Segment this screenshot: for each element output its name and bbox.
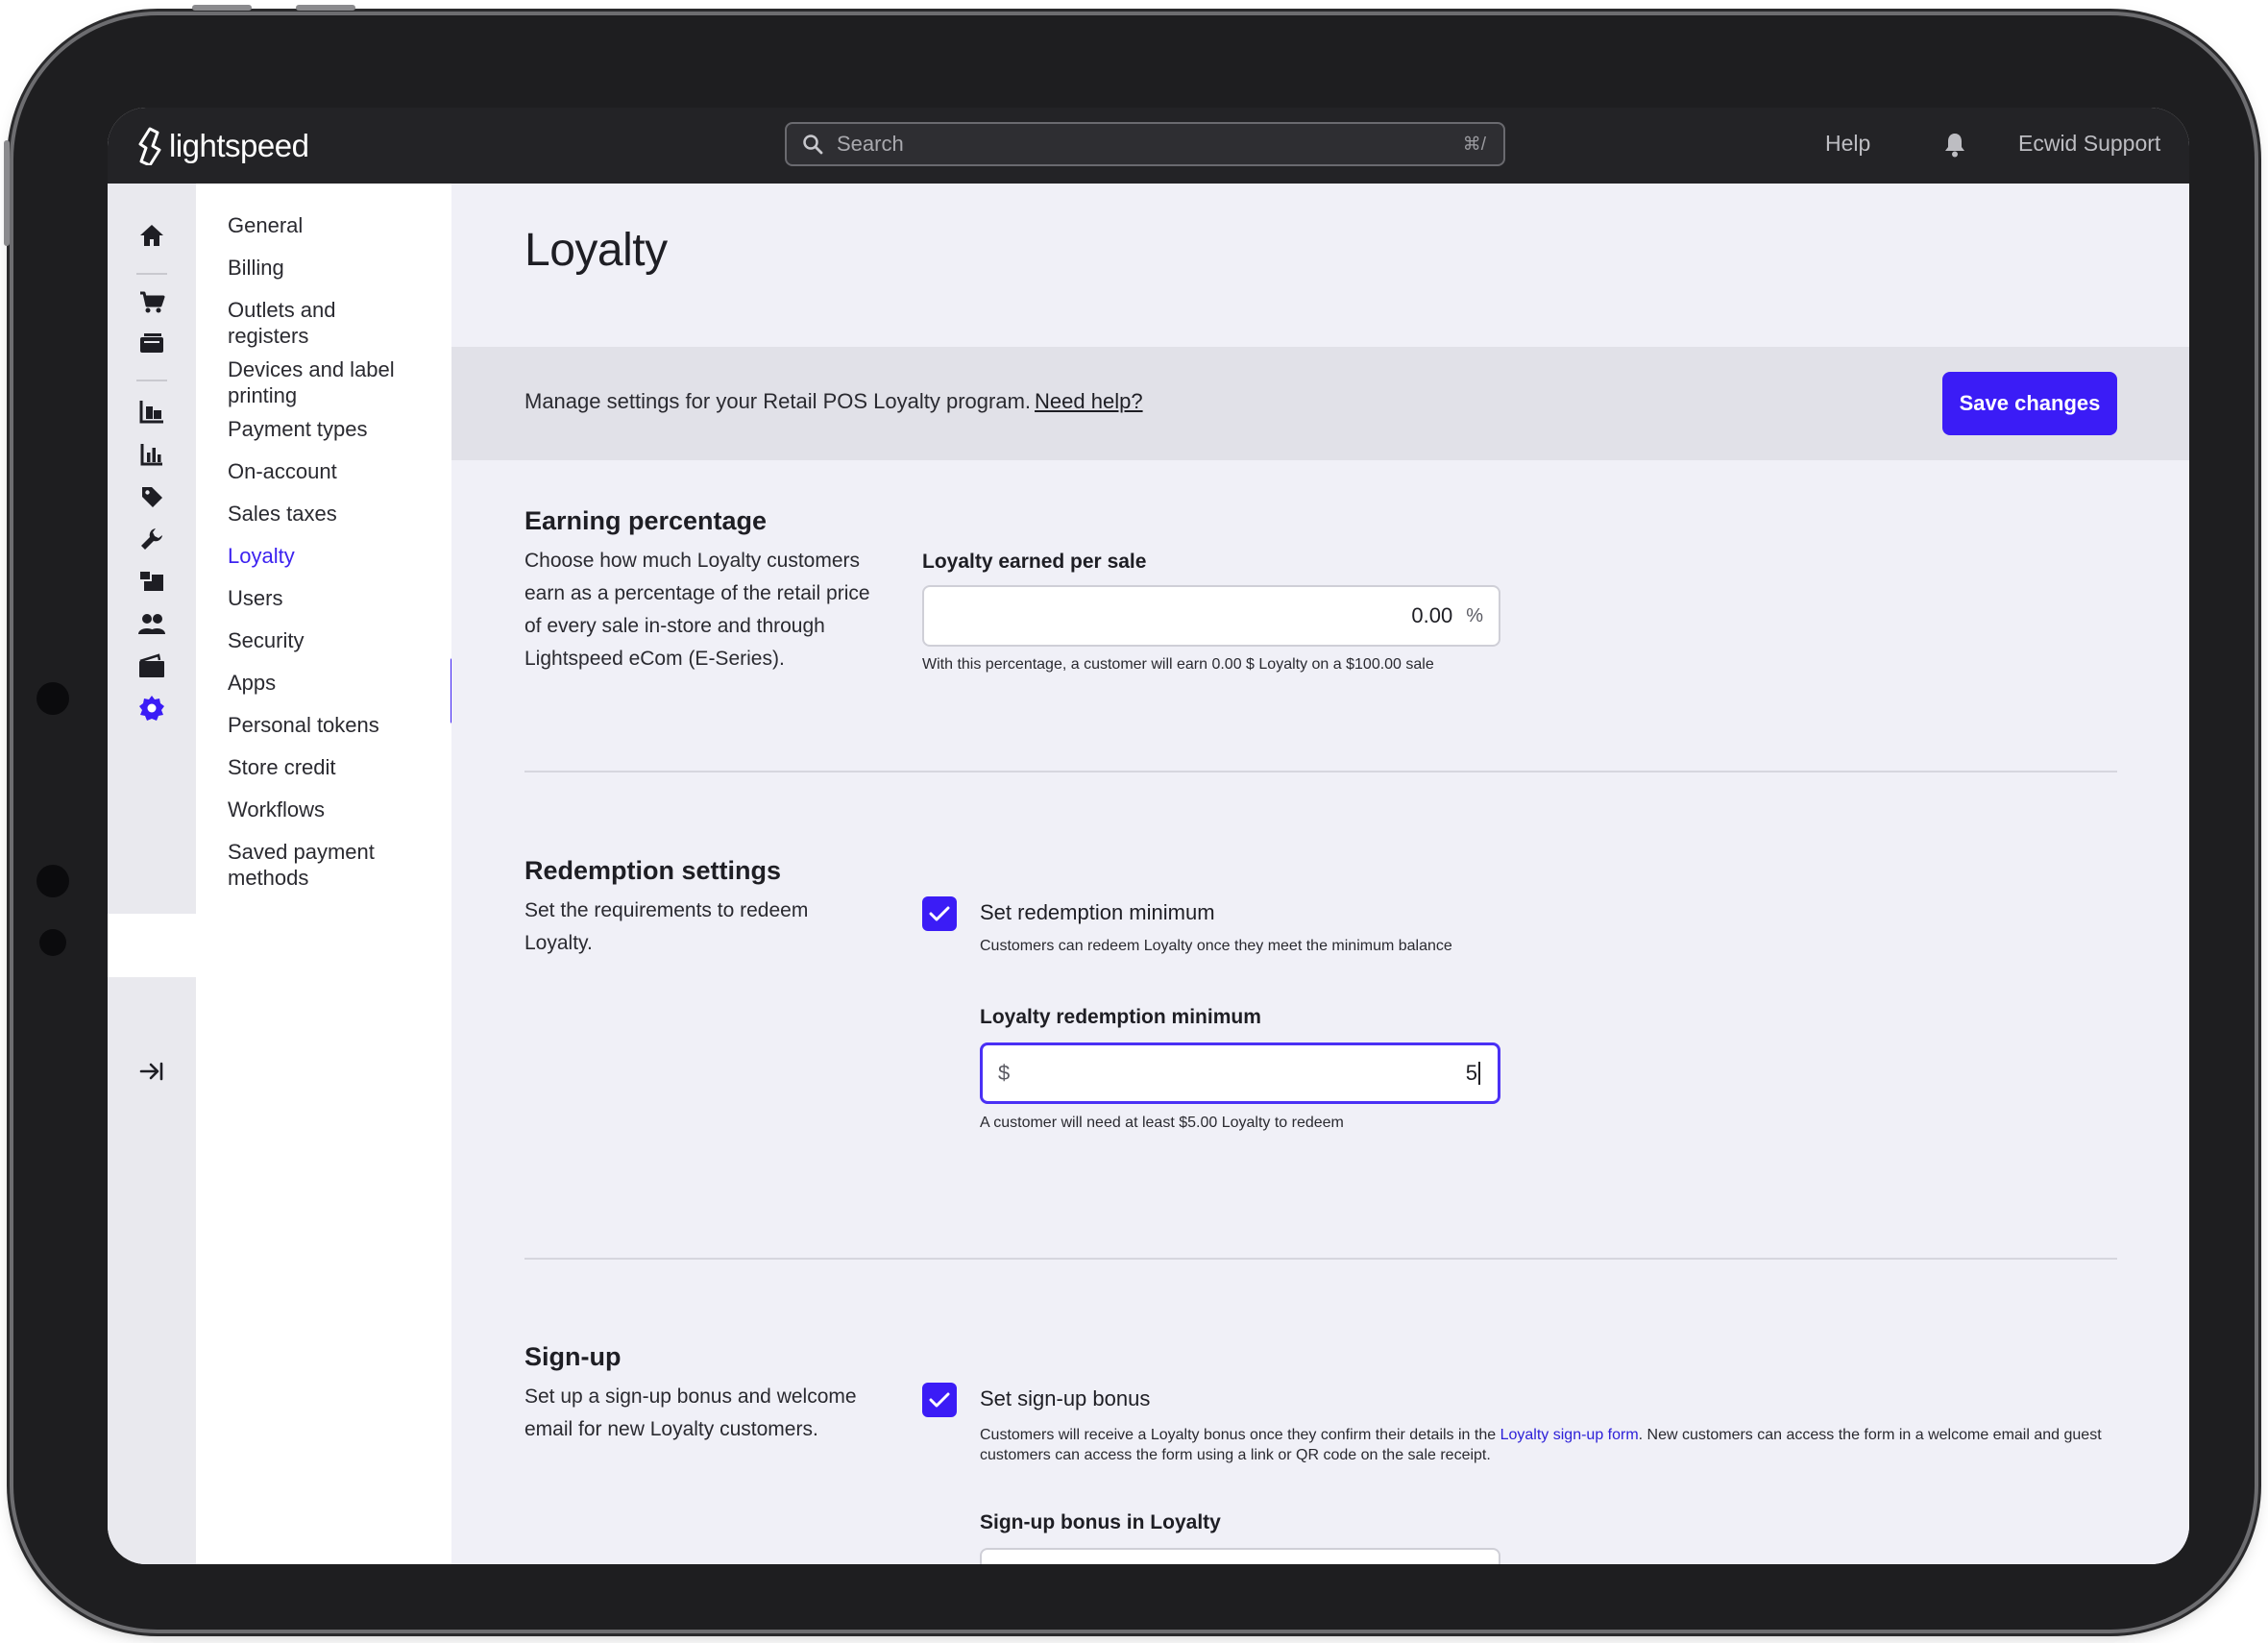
settings-nav: General Billing Outlets and registers De…	[196, 184, 451, 1564]
nav-item-workflows[interactable]: Workflows	[228, 797, 439, 822]
search-placeholder: Search	[837, 132, 904, 156]
signup-section-desc: Set up a sign-up bonus and welcome email…	[524, 1386, 857, 1440]
camera	[39, 929, 66, 956]
nav-item-outlets-and-registers[interactable]: Outlets and registers	[228, 297, 372, 349]
nav-item-security[interactable]: Security	[228, 627, 439, 653]
info-banner: Manage settings for your Retail POS Loya…	[451, 347, 2189, 460]
device-button	[4, 140, 10, 246]
need-help-link[interactable]: Need help?	[1035, 389, 1143, 413]
nav-item-users[interactable]: Users	[228, 585, 439, 611]
banner-message: Manage settings for your Retail POS Loya…	[524, 389, 1032, 413]
redemption-section-title: Redemption settings	[524, 856, 782, 885]
earning-section-desc: Choose how much Loyalty customers earn a…	[524, 550, 870, 670]
dollar-prefix: $	[998, 1061, 1011, 1085]
inventory-icon[interactable]	[133, 393, 171, 431]
help-link[interactable]: Help	[1825, 131, 1870, 157]
nav-item-saved-payment-methods[interactable]: Saved payment methods	[228, 839, 381, 891]
rail-divider	[136, 273, 167, 275]
signup-bonus-hint: Customers will receive a Loyalty bonus o…	[980, 1425, 2123, 1465]
tablet-frame: lightspeed Search ⌘/ Help Ecwid Support	[4, 5, 2255, 1630]
loyalty-earned-input[interactable]: 0.00 %	[922, 585, 1500, 647]
signup-bonus-checkbox[interactable]	[922, 1383, 957, 1417]
nav-item-sales-taxes[interactable]: Sales taxes	[228, 501, 439, 527]
redemption-minimum-input-hint: A customer will need at least $5.00 Loya…	[980, 1115, 1344, 1131]
blocks-icon[interactable]	[133, 562, 171, 601]
bell-icon[interactable]	[1942, 131, 1967, 158]
nav-item-personal-tokens[interactable]: Personal tokens	[228, 712, 439, 738]
banner-text: Manage settings for your Retail POS Loya…	[524, 389, 1143, 414]
account-menu[interactable]: Ecwid Support	[2018, 131, 2160, 157]
search-icon	[803, 135, 823, 155]
app-screen: lightspeed Search ⌘/ Help Ecwid Support	[108, 108, 2189, 1564]
icon-rail	[108, 184, 196, 1564]
nav-item-store-credit[interactable]: Store credit	[228, 754, 439, 780]
search-input[interactable]: Search ⌘/	[785, 122, 1505, 166]
nav-item-general[interactable]: General	[228, 212, 439, 238]
wrench-icon[interactable]	[133, 520, 171, 558]
nav-item-loyalty[interactable]: Loyalty	[228, 543, 439, 569]
redemption-minimum-input[interactable]: $ 5	[980, 1042, 1500, 1104]
brand-logo[interactable]: lightspeed	[136, 125, 309, 167]
page-header: Loyalty	[451, 184, 2189, 347]
loyalty-earned-value: 0.00	[1411, 603, 1453, 627]
device-button	[192, 5, 252, 11]
loyalty-earned-hint: With this percentage, a customer will ea…	[922, 656, 1434, 673]
percent-suffix: %	[1466, 604, 1483, 626]
signup-section-title: Sign-up	[524, 1342, 622, 1371]
customers-icon[interactable]	[133, 604, 171, 643]
loyalty-earned-label: Loyalty earned per sale	[922, 551, 1147, 573]
cart-icon[interactable]	[133, 283, 171, 322]
camera	[37, 682, 69, 715]
redemption-minimum-hint: Customers can redeem Loyalty once they m…	[980, 938, 1452, 954]
signup-form-link[interactable]: Loyalty sign-up form	[1500, 1427, 1639, 1443]
redemption-minimum-value: 5	[1010, 1062, 1480, 1085]
main-content: Loyalty Manage settings for your Retail …	[451, 184, 2189, 1564]
search-shortcut: ⌘/	[1462, 134, 1486, 155]
save-changes-button[interactable]: Save changes	[1942, 372, 2117, 435]
settings-icon[interactable]	[133, 689, 171, 727]
rail-divider	[136, 380, 167, 381]
device-button	[296, 5, 355, 11]
nav-item-devices-and-label-printing[interactable]: Devices and label printing	[228, 356, 410, 408]
signup-bonus-input[interactable]	[980, 1548, 1500, 1564]
section-divider	[524, 771, 2117, 772]
top-bar: lightspeed Search ⌘/ Help Ecwid Support	[108, 108, 2189, 184]
brand-name: lightspeed	[169, 128, 309, 163]
signup-hint-text: Customers will receive a Loyalty bonus o…	[980, 1427, 1497, 1443]
signup-bonus-label[interactable]: Set sign-up bonus	[980, 1386, 1150, 1411]
checkmark-icon	[929, 906, 950, 921]
home-icon[interactable]	[133, 216, 171, 255]
section-divider	[524, 1258, 2117, 1260]
nav-item-payment-types[interactable]: Payment types	[228, 416, 439, 442]
earning-section-title: Earning percentage	[524, 506, 768, 535]
tag-icon[interactable]	[133, 478, 171, 516]
camera	[37, 865, 69, 897]
flame-icon	[138, 127, 161, 165]
redemption-minimum-field-label: Loyalty redemption minimum	[980, 1006, 1261, 1028]
register-icon[interactable]	[133, 325, 171, 363]
nav-item-apps[interactable]: Apps	[228, 670, 439, 696]
checkmark-icon	[929, 1392, 950, 1408]
wallet-icon[interactable]	[133, 647, 171, 685]
redemption-minimum-checkbox[interactable]	[922, 896, 957, 931]
redemption-section-desc: Set the requirements to redeem Loyalty.	[524, 899, 809, 954]
reports-icon[interactable]	[133, 435, 171, 474]
nav-item-on-account[interactable]: On-account	[228, 458, 439, 484]
nav-item-billing[interactable]: Billing	[228, 255, 439, 281]
collapse-icon[interactable]	[133, 1052, 171, 1091]
page-title: Loyalty	[524, 225, 668, 276]
signup-bonus-field-label: Sign-up bonus in Loyalty	[980, 1511, 1221, 1533]
rail-active-highlight	[108, 914, 196, 977]
redemption-minimum-label[interactable]: Set redemption minimum	[980, 900, 1215, 925]
